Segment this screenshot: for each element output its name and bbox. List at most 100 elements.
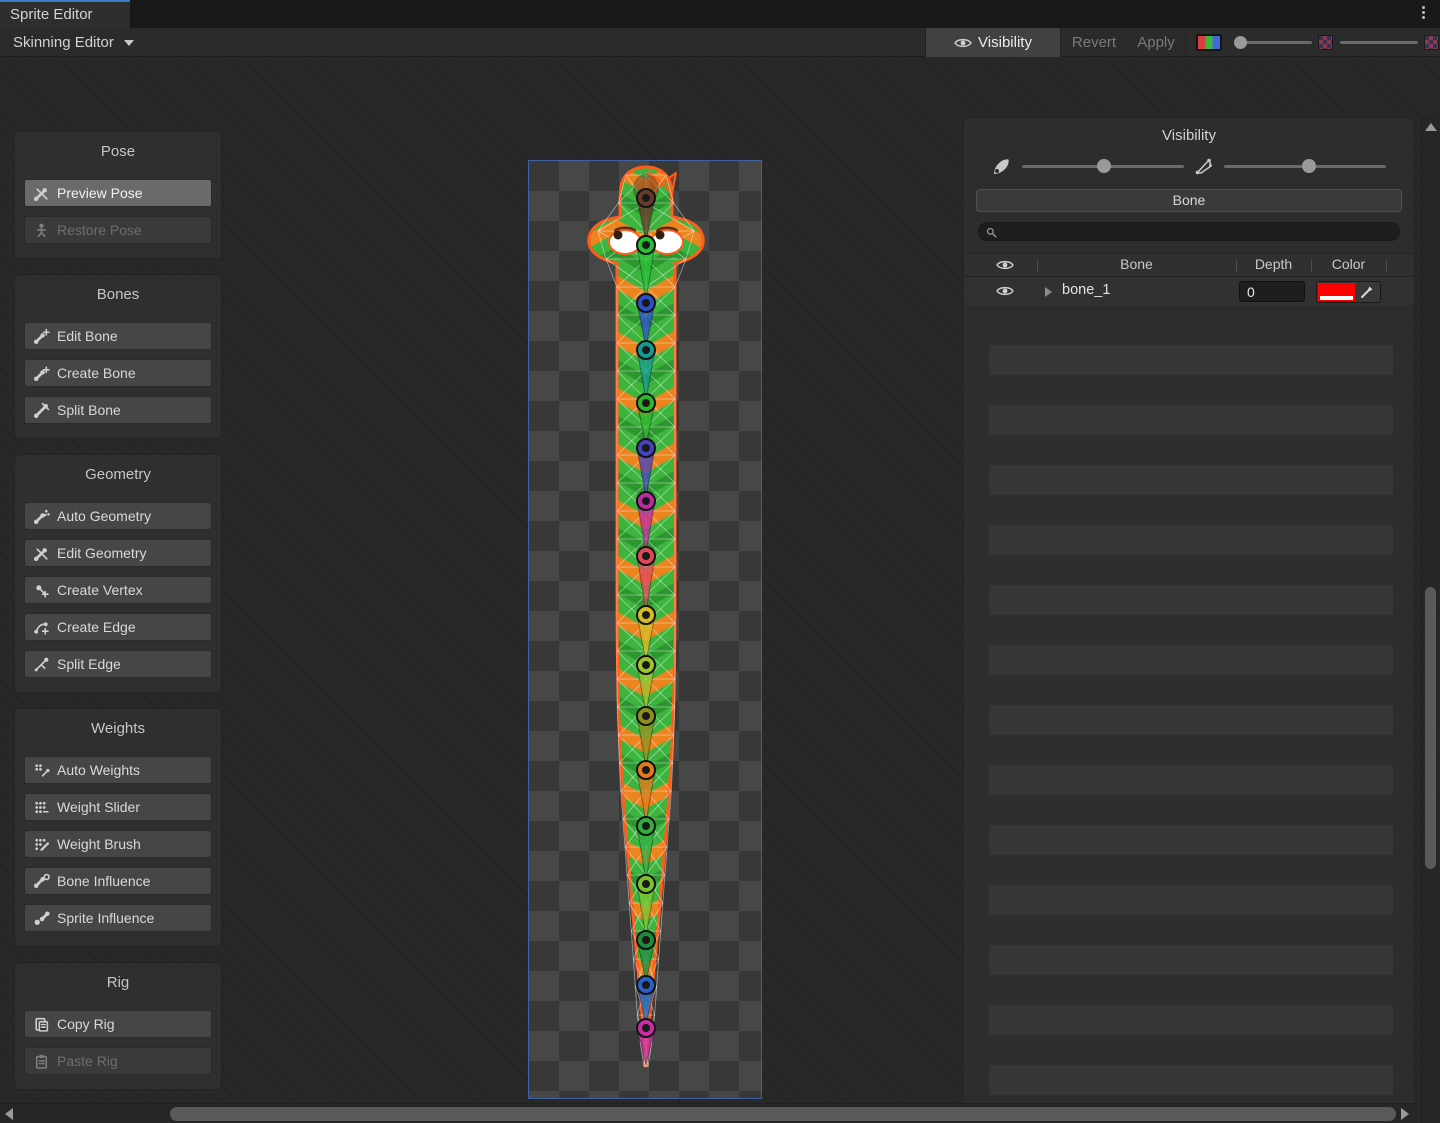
restore-pose-icon — [33, 222, 50, 239]
paste-rig-button[interactable]: Paste Rig — [24, 1047, 212, 1075]
split-edge-button[interactable]: Split Edge — [24, 650, 212, 678]
depth-input[interactable] — [1239, 281, 1305, 302]
bone-name: bone_1 — [1062, 282, 1110, 298]
button-label: Restore Pose — [57, 222, 142, 238]
tab-sprite-editor[interactable]: Sprite Editor — [0, 0, 130, 28]
split-bone-button[interactable]: Split Bone — [24, 396, 212, 424]
expander-triangle-icon[interactable] — [1045, 287, 1052, 297]
split-edge-icon — [33, 656, 50, 673]
auto-weights-icon — [33, 762, 50, 779]
panel-pose: Pose Preview Pose Restore Pose — [14, 131, 222, 259]
slider-knob[interactable] — [1234, 36, 1247, 49]
canvas-background: PosePreview PoseRestore PoseBonesEdit Bo… — [0, 57, 1440, 1123]
empty-list-row — [989, 885, 1393, 915]
column-color: Color — [1311, 256, 1386, 272]
auto-geometry-icon — [33, 508, 50, 525]
bone-color-swatch[interactable] — [1318, 283, 1355, 301]
button-label: Split Edge — [57, 656, 121, 672]
edit-geometry-button[interactable]: Edit Geometry — [24, 539, 212, 567]
sidebar: PosePreview PoseRestore PoseBonesEdit Bo… — [14, 131, 222, 1105]
create-bone-button[interactable]: Create Bone — [24, 359, 212, 387]
scroll-up-arrow[interactable] — [1425, 123, 1437, 131]
create-vertex-button[interactable]: Create Vertex — [24, 576, 212, 604]
toolbar-right-group: Visibility Revert Apply — [925, 28, 1440, 57]
sprite-viewport[interactable] — [528, 160, 762, 1099]
bone-table-header: Bone Depth Color — [964, 253, 1414, 277]
sprite-alpha-icon — [1318, 35, 1333, 50]
paste-rig-icon — [33, 1053, 50, 1070]
bone-tab-button[interactable]: Bone — [976, 189, 1402, 212]
toolbar: Skinning Editor Visibility Revert Apply — [0, 28, 1440, 57]
weight-brush-button[interactable]: Weight Brush — [24, 830, 212, 858]
vertical-scrollbar-thumb[interactable] — [1425, 587, 1436, 869]
bone-influence-button[interactable]: Bone Influence — [24, 867, 212, 895]
button-label: Create Bone — [57, 365, 136, 381]
skinning-editor-dropdown[interactable]: Skinning Editor — [5, 28, 142, 57]
panel-title: Rig — [24, 972, 212, 1001]
visibility-panel: Visibility Bone — [963, 117, 1415, 1123]
revert-button[interactable]: Revert — [1061, 28, 1127, 57]
sprite-opacity-slider[interactable] — [1236, 28, 1312, 57]
button-label: Weight Slider — [57, 799, 140, 815]
panel-weights: WeightsAuto WeightsWeight SliderWeight B… — [14, 708, 222, 947]
opacity-sliders-row — [964, 144, 1414, 180]
preview-pose-button[interactable]: Preview Pose — [24, 179, 212, 207]
preview-pose-icon — [33, 185, 50, 202]
bone-opacity-slider[interactable] — [1022, 156, 1184, 176]
panel-rig: Rig Copy Rig Paste Rig — [14, 962, 222, 1090]
empty-list-row — [989, 405, 1393, 435]
bone-opacity-icon — [992, 156, 1012, 176]
mesh-opacity-slider-panel[interactable] — [1224, 156, 1386, 176]
slider-knob[interactable] — [1097, 159, 1111, 173]
eye-column-icon[interactable] — [996, 258, 1014, 274]
button-label: Edit Geometry — [57, 545, 146, 561]
horizontal-scrollbar-thumb[interactable] — [170, 1107, 1396, 1121]
weight-slider-icon — [33, 799, 50, 816]
chevron-down-icon — [124, 40, 134, 46]
apply-button[interactable]: Apply — [1127, 28, 1185, 57]
empty-list-row — [989, 1065, 1393, 1095]
create-edge-button[interactable]: Create Edge — [24, 613, 212, 641]
edit-bone-button[interactable]: Edit Bone — [24, 322, 212, 350]
horizontal-scrollbar[interactable] — [0, 1103, 1417, 1123]
empty-list-row — [989, 705, 1393, 735]
empty-list-row — [989, 945, 1393, 975]
panel-geometry: GeometryAuto GeometryEdit GeometryCreate… — [14, 454, 222, 693]
create-vertex-icon — [33, 582, 50, 599]
button-label: Split Bone — [57, 402, 121, 418]
mesh-opacity-slider[interactable] — [1340, 28, 1418, 57]
scroll-left-arrow[interactable] — [5, 1108, 13, 1120]
eyedropper-icon[interactable] — [1359, 284, 1377, 300]
create-edge-icon — [33, 619, 50, 636]
visibility-button[interactable]: Visibility — [925, 28, 1061, 57]
weight-slider-button[interactable]: Weight Slider — [24, 793, 212, 821]
scroll-right-arrow[interactable] — [1401, 1108, 1409, 1120]
visibility-panel-title: Visibility — [964, 118, 1414, 144]
vertical-scrollbar[interactable] — [1421, 117, 1438, 1123]
button-label: Edit Bone — [57, 328, 118, 344]
kebab-menu-icon[interactable] — [1418, 4, 1428, 24]
sprite-editor-window: Sprite Editor Skinning Editor Visibility… — [0, 0, 1440, 1123]
visibility-eye-toggle[interactable] — [996, 284, 1014, 300]
panel-title: Pose — [24, 141, 212, 170]
button-label: Sprite Influence — [57, 910, 154, 926]
auto-weights-button[interactable]: Auto Weights — [24, 756, 212, 784]
search-input[interactable] — [1001, 223, 1391, 240]
mesh-alpha-icon — [1424, 35, 1439, 50]
mode-label: Skinning Editor — [13, 34, 114, 51]
auto-geometry-button[interactable]: Auto Geometry — [24, 502, 212, 530]
column-bone: Bone — [1037, 256, 1236, 272]
edit-geometry-icon — [33, 545, 50, 562]
empty-list-row — [989, 465, 1393, 495]
copy-rig-button[interactable]: Copy Rig — [24, 1010, 212, 1038]
table-row-bone-1[interactable]: bone_1 — [964, 277, 1414, 307]
empty-list-row — [989, 345, 1393, 375]
sprite-influence-button[interactable]: Sprite Influence — [24, 904, 212, 932]
sprite-color-swatch-button[interactable] — [1196, 34, 1222, 51]
button-label: Auto Geometry — [57, 508, 151, 524]
search-box — [978, 222, 1400, 241]
slider-knob[interactable] — [1302, 159, 1316, 173]
empty-list-row — [989, 765, 1393, 795]
restore-pose-button[interactable]: Restore Pose — [24, 216, 212, 244]
mesh-opacity-icon — [1194, 156, 1214, 176]
